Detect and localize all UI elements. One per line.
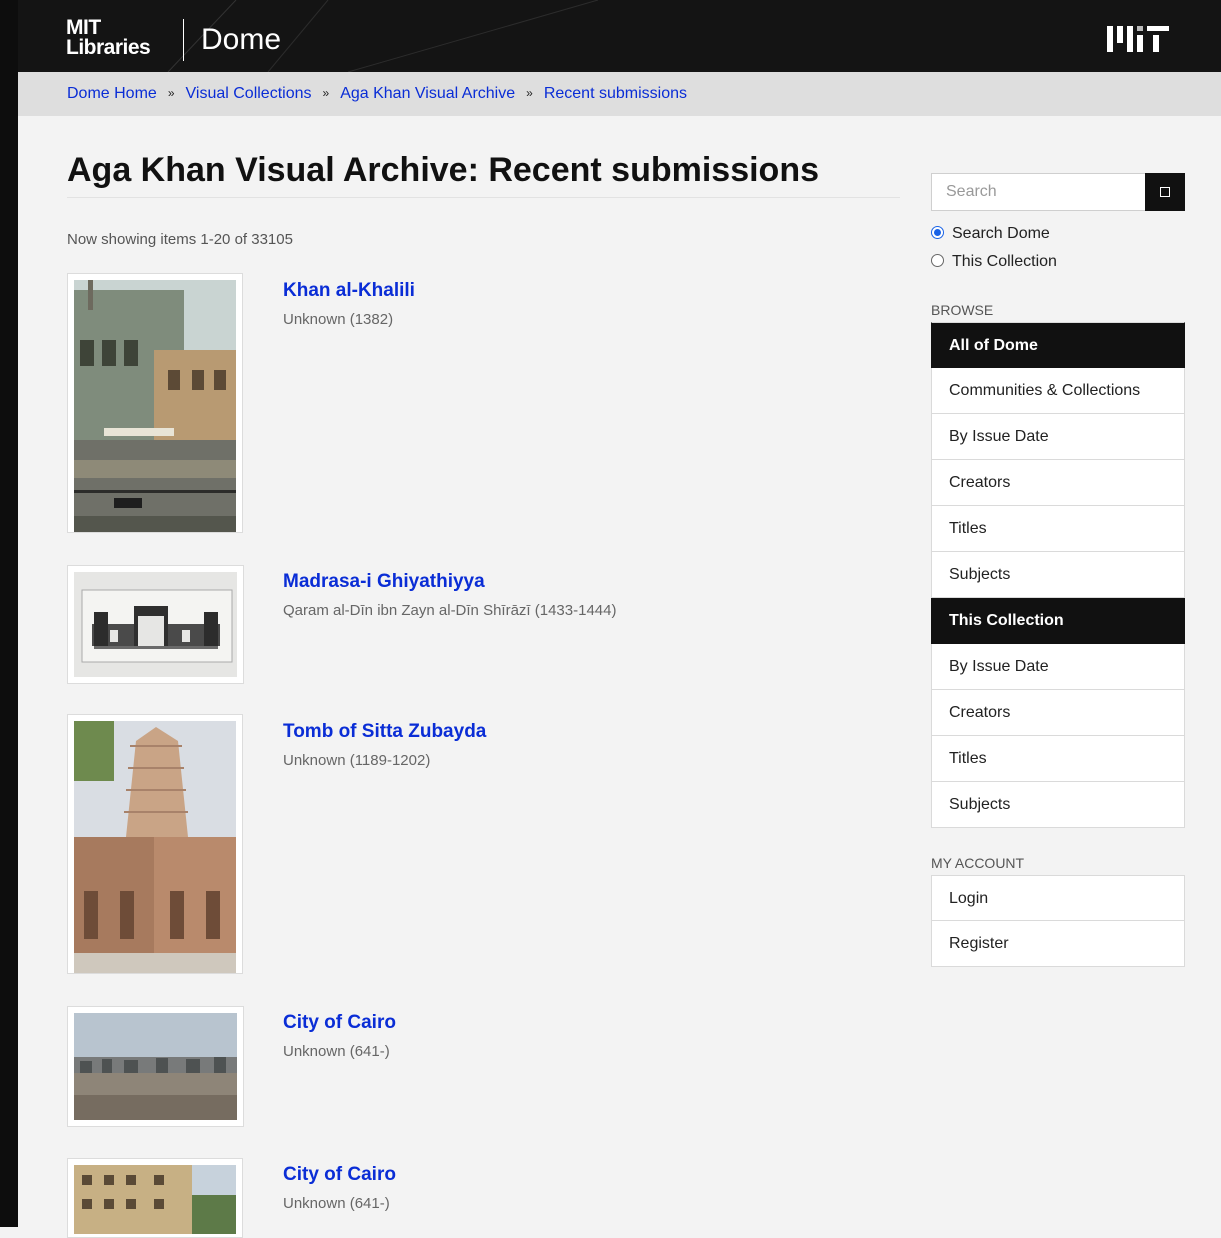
mit-libraries-logo[interactable]: MIT Libraries [66,16,151,59]
collection-by-issue-date[interactable]: By Issue Date [931,644,1185,690]
breadcrumb-separator: » [167,86,175,100]
breadcrumb-aga-khan-visual-archive[interactable]: Aga Khan Visual Archive [340,85,515,102]
breadcrumb-separator: » [322,86,330,100]
item-thumbnail[interactable] [67,714,243,974]
logo-line-2: Libraries [66,36,151,59]
breadcrumb-separator: » [526,86,533,100]
collection-subjects[interactable]: Subjects [931,782,1185,828]
title-divider [67,197,900,198]
search-button[interactable] [1145,173,1185,211]
browse-list: All of Dome Communities & Collections By… [931,322,1185,828]
item-title-link[interactable]: City of Cairo [283,1011,396,1035]
results-count: Now showing items 1-20 of 33105 [67,231,293,248]
item-title-link[interactable]: Madrasa-i Ghiyathiyya [283,570,485,594]
breadcrumb: Dome Home » Visual Collections » Aga Khan Vi… [18,72,1221,116]
browse-communities-collections[interactable]: Communities & Collections [931,368,1185,414]
item-title-link[interactable]: Tomb of Sitta Zubayda [283,720,486,744]
street-scene-photo [74,280,236,532]
account-list: Login Register [931,875,1185,967]
radio-label: Search Dome [952,225,1050,242]
item-title-link[interactable]: Khan al-Khalili [283,279,415,303]
logo-line-1: MIT [66,16,101,39]
conical-tomb-photo [74,721,236,973]
browse-titles[interactable]: Titles [931,506,1185,552]
browse-subjects[interactable]: Subjects [931,552,1185,598]
city-skyline-photo [74,1013,237,1120]
item-thumbnail[interactable] [67,1158,243,1238]
browse-heading: BROWSE [931,302,994,318]
architectural-elevation-drawing [74,572,237,677]
item-meta: Unknown (641-) [283,1195,390,1212]
my-account-heading: MY ACCOUNT [931,855,1025,871]
site-header: MIT Libraries Dome [18,0,1221,72]
register-link[interactable]: Register [931,921,1185,967]
radio-unchecked-icon[interactable] [931,254,944,267]
app-title[interactable]: Dome [201,22,281,58]
item-meta: Unknown (1189-1202) [283,752,431,769]
collection-creators[interactable]: Creators [931,690,1185,736]
item-meta: Qaram al-Dīn ibn Zayn al-Dīn Shīrāzī (14… [283,602,617,619]
search-input[interactable] [931,173,1145,211]
header-decoration [167,0,599,72]
browse-this-collection-header: This Collection [931,598,1185,644]
login-link[interactable]: Login [931,875,1185,921]
mit-logo-icon[interactable] [1107,26,1169,52]
scope-this-collection[interactable]: This Collection [931,252,1057,272]
search-form [931,173,1185,211]
item-thumbnail[interactable] [67,1006,244,1127]
scope-search-dome[interactable]: Search Dome [931,224,1050,244]
page-title: Aga Khan Visual Archive: Recent submissi… [67,151,820,189]
browse-by-issue-date[interactable]: By Issue Date [931,414,1185,460]
item-thumbnail[interactable] [67,273,243,533]
radio-label: This Collection [952,253,1057,270]
breadcrumb-recent-submissions[interactable]: Recent submissions [544,85,687,102]
item-meta: Unknown (1382) [283,311,394,328]
browse-all-of-dome-header: All of Dome [931,322,1185,368]
search-icon [1160,187,1170,197]
apartment-building-photo [74,1165,236,1234]
window-edge [0,0,18,1227]
breadcrumb-dome-home[interactable]: Dome Home [67,85,157,102]
collection-titles[interactable]: Titles [931,736,1185,782]
logo-divider [183,19,184,61]
item-meta: Unknown (641-) [283,1043,390,1060]
radio-checked-icon[interactable] [931,226,944,239]
browse-creators[interactable]: Creators [931,460,1185,506]
item-title-link[interactable]: City of Cairo [283,1163,396,1187]
breadcrumb-visual-collections[interactable]: Visual Collections [186,85,312,102]
item-thumbnail[interactable] [67,565,244,684]
